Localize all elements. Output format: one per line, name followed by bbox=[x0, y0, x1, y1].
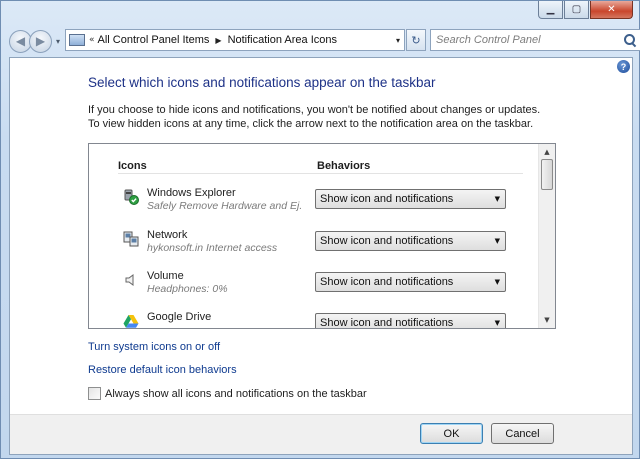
list-header: Icons Behaviors bbox=[118, 160, 523, 174]
item-subtitle: hykonsoft.in Internet access bbox=[147, 242, 278, 254]
search-box[interactable] bbox=[430, 29, 640, 51]
always-show-label[interactable]: Always show all icons and notifications … bbox=[105, 388, 367, 400]
scroll-up-arrow-icon[interactable]: ▲ bbox=[539, 144, 555, 160]
content-pane: ? Select which icons and notifications a… bbox=[9, 57, 633, 455]
refresh-button[interactable]: ↻ bbox=[406, 29, 426, 51]
address-bar[interactable]: « All Control Panel Items ▶ Notification… bbox=[65, 29, 405, 51]
breadcrumb-arrow-icon[interactable]: ▶ bbox=[215, 36, 221, 45]
behaviors-column-header: Behaviors bbox=[317, 160, 371, 172]
ok-button[interactable]: OK bbox=[420, 423, 483, 444]
item-name: Network bbox=[147, 229, 188, 241]
control-panel-icon bbox=[69, 34, 85, 46]
scroll-down-arrow-icon[interactable]: ▼ bbox=[539, 312, 555, 328]
forward-button[interactable]: ▶ bbox=[29, 29, 52, 53]
google-drive-icon bbox=[123, 315, 139, 328]
cancel-button[interactable]: Cancel bbox=[491, 423, 554, 444]
behavior-value: Show icon and notifications bbox=[320, 317, 454, 329]
item-subtitle: Headphones: 0% bbox=[147, 283, 228, 295]
always-show-checkbox[interactable] bbox=[88, 387, 101, 400]
always-show-checkbox-row[interactable]: Always show all icons and notifications … bbox=[88, 387, 367, 400]
list-item: Windows Explorer Safely Remove Hardware … bbox=[118, 187, 518, 223]
network-icon bbox=[123, 231, 139, 247]
dropdown-arrow-icon[interactable]: ▼ bbox=[495, 190, 500, 208]
turn-system-icons-link[interactable]: Turn system icons on or off bbox=[88, 341, 220, 353]
search-input[interactable] bbox=[436, 34, 621, 46]
scrollbar-thumb[interactable] bbox=[541, 159, 553, 190]
item-name: Volume bbox=[147, 270, 184, 282]
close-button[interactable]: ✕ bbox=[590, 1, 633, 19]
navigation-bar: ◀ ▶ ▾ « All Control Panel Items ▶ Notifi… bbox=[9, 27, 640, 55]
list-item: Google Drive Show icon and notifications… bbox=[118, 311, 518, 329]
item-name: Windows Explorer bbox=[147, 187, 236, 199]
window-frame: ▁ ▢ ✕ ◀ ▶ ▾ « All Control Panel Items ▶ … bbox=[0, 0, 640, 459]
list-item: Network hykonsoft.in Internet access Sho… bbox=[118, 229, 518, 265]
safely-remove-hardware-icon bbox=[124, 189, 139, 205]
restore-default-behaviors-link[interactable]: Restore default icon behaviors bbox=[88, 364, 237, 376]
breadcrumb-overflow-icon[interactable]: « bbox=[89, 35, 95, 45]
list-item: Volume Headphones: 0% Show icon and noti… bbox=[118, 270, 518, 306]
speaker-icon bbox=[125, 274, 134, 286]
button-bar: OK Cancel bbox=[10, 414, 632, 454]
behavior-dropdown[interactable]: Show icon and notifications ▼ bbox=[315, 231, 506, 251]
behavior-dropdown[interactable]: Show icon and notifications ▼ bbox=[315, 189, 506, 209]
behavior-value: Show icon and notifications bbox=[320, 235, 454, 247]
item-subtitle: Safely Remove Hardware and Ej... bbox=[147, 200, 302, 212]
vertical-scrollbar[interactable]: ▲ ▼ bbox=[538, 144, 555, 328]
caption-buttons: ▁ ▢ ✕ bbox=[538, 1, 633, 19]
behavior-value: Show icon and notifications bbox=[320, 276, 454, 288]
maximize-button[interactable]: ▢ bbox=[564, 1, 589, 19]
help-icon[interactable]: ? bbox=[617, 60, 630, 73]
behavior-dropdown[interactable]: Show icon and notifications ▼ bbox=[315, 313, 506, 329]
minimize-button[interactable]: ▁ bbox=[538, 1, 563, 19]
icons-listbox[interactable]: Icons Behaviors Windows Explorer Safely … bbox=[88, 143, 556, 329]
page-title: Select which icons and notifications app… bbox=[88, 75, 436, 90]
item-name: Google Drive bbox=[147, 311, 212, 323]
search-icon[interactable] bbox=[624, 34, 636, 46]
dropdown-arrow-icon[interactable]: ▼ bbox=[495, 314, 500, 328]
icons-column-header: Icons bbox=[118, 160, 147, 172]
breadcrumb-all-control-panel-items[interactable]: All Control Panel Items bbox=[98, 34, 210, 46]
behavior-dropdown[interactable]: Show icon and notifications ▼ bbox=[315, 272, 506, 292]
address-dropdown-icon[interactable]: ▾ bbox=[396, 36, 400, 45]
page-description: If you choose to hide icons and notifica… bbox=[88, 104, 541, 130]
breadcrumb-notification-area-icons[interactable]: Notification Area Icons bbox=[228, 34, 337, 46]
dropdown-arrow-icon[interactable]: ▼ bbox=[495, 232, 500, 250]
dropdown-arrow-icon[interactable]: ▼ bbox=[495, 273, 500, 291]
recent-pages-dropdown[interactable]: ▾ bbox=[52, 37, 64, 46]
behavior-value: Show icon and notifications bbox=[320, 193, 454, 205]
